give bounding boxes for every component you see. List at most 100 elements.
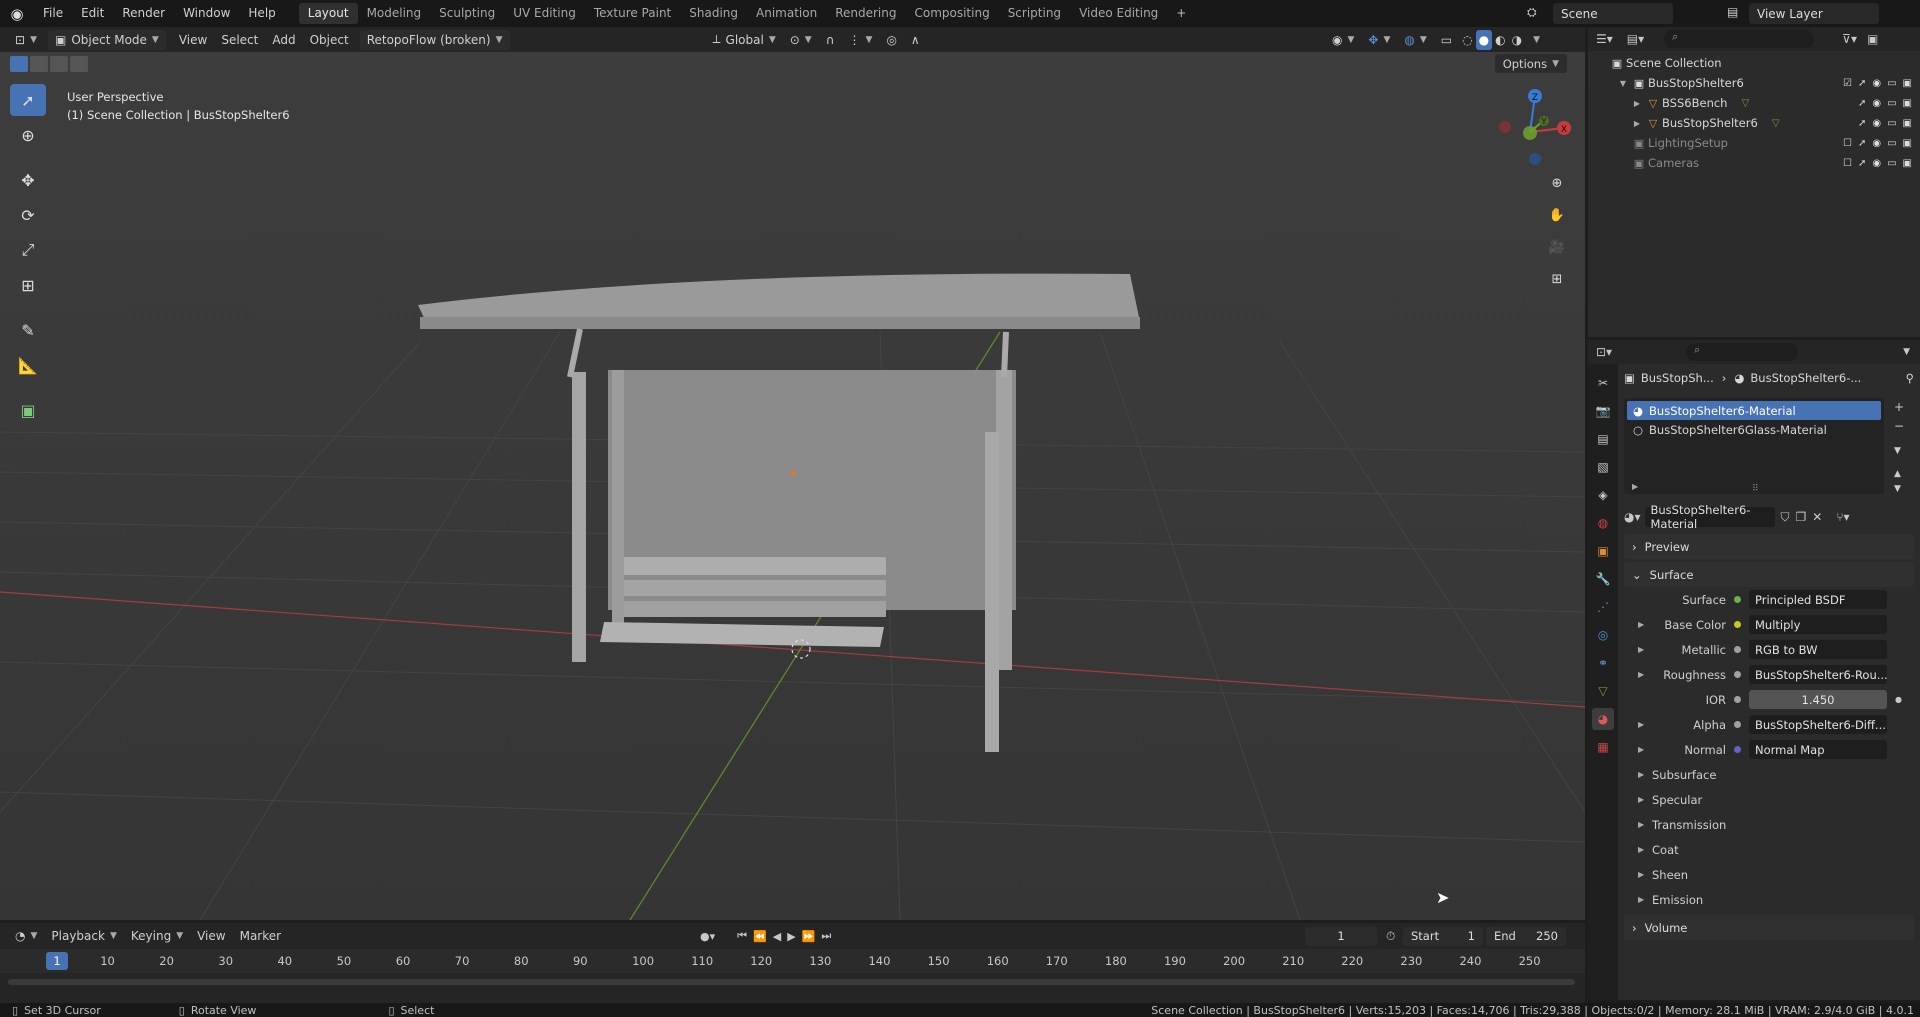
keying-menu[interactable]: Keying ▼: [124, 926, 190, 946]
socket-dot-icon[interactable]: [1734, 746, 1741, 753]
select-extend-button[interactable]: [30, 56, 48, 72]
jump-end-icon[interactable]: ⏭: [821, 929, 831, 943]
shading-material[interactable]: ◐: [1492, 30, 1508, 50]
transform-tool[interactable]: ⊞: [10, 269, 46, 301]
subpanel-emission[interactable]: ▶ Emission: [1624, 887, 1914, 912]
outliner-row[interactable]: ▶ ▽ BusStopShelter6 ▽ ➚ ◉ ▭ ▣: [1588, 113, 1920, 133]
snap-target-button[interactable]: ⋮ ▼: [842, 30, 880, 50]
tab-rendering[interactable]: Rendering: [826, 3, 905, 24]
pin-icon[interactable]: ⚲: [1906, 371, 1914, 385]
menu-edit[interactable]: Edit: [72, 0, 113, 27]
blender-logo-icon[interactable]: ◉: [0, 0, 34, 27]
monitor-icon[interactable]: ▭: [1887, 118, 1896, 129]
socket-dot-icon[interactable]: [1734, 621, 1741, 628]
monitor-icon[interactable]: ▭: [1887, 98, 1896, 109]
material-slot-item[interactable]: ○ BusStopShelter6Glass-Material: [1627, 420, 1881, 439]
selectable-arrow-icon[interactable]: ➚: [1858, 138, 1866, 149]
volume-panel-header[interactable]: › Volume: [1624, 915, 1914, 940]
mode-selector[interactable]: ▣ Object Mode ▼: [47, 29, 166, 50]
playhead[interactable]: 1: [46, 952, 68, 970]
marker-menu[interactable]: Marker: [233, 926, 288, 946]
tab-modeling[interactable]: Modeling: [358, 3, 431, 24]
outliner-search-input[interactable]: ⌕: [1664, 30, 1815, 48]
unlink-icon[interactable]: ✕: [1812, 510, 1822, 524]
tab-view-layer[interactable]: ▧: [1592, 456, 1614, 478]
socket-dot-icon[interactable]: [1734, 596, 1741, 603]
add-slot-button[interactable]: +: [1894, 400, 1904, 414]
xray-toggle[interactable]: ▭: [1434, 30, 1459, 50]
timeline-track[interactable]: [0, 973, 1585, 1003]
socket-dot-icon[interactable]: [1734, 721, 1741, 728]
input-value-field[interactable]: RGB to BW: [1749, 640, 1887, 659]
view-layer-icon[interactable]: ▤: [1727, 5, 1738, 19]
chevron-right-icon[interactable]: ▶: [1630, 99, 1644, 108]
tab-particles[interactable]: ⋰: [1592, 596, 1614, 618]
chevron-right-icon[interactable]: ▶: [1638, 645, 1644, 654]
input-value-field[interactable]: 1.450: [1749, 690, 1887, 709]
prev-keyframe-icon[interactable]: ⏪: [753, 930, 767, 943]
outliner-root-row[interactable]: ▣ Scene Collection: [1588, 53, 1920, 73]
select-new-button[interactable]: [10, 56, 28, 72]
tab-texture-paint[interactable]: Texture Paint: [585, 3, 680, 24]
camera-render-icon[interactable]: ▣: [1903, 98, 1912, 109]
tab-animation[interactable]: Animation: [747, 3, 826, 24]
select-intersect-button[interactable]: [70, 56, 88, 72]
slot-menu-button[interactable]: ▼: [1894, 446, 1904, 456]
input-value-field[interactable]: BusStopShelter6-Rou...: [1749, 665, 1887, 684]
timeline-scrollbar[interactable]: [8, 979, 1575, 985]
move-up-button[interactable]: ▲: [1894, 469, 1904, 479]
node-tree-icon[interactable]: ⑂▾: [1836, 510, 1849, 524]
tab-compositing[interactable]: Compositing: [905, 3, 998, 24]
tab-layout[interactable]: Layout: [298, 3, 358, 24]
subpanel-sheen[interactable]: ▶ Sheen: [1624, 862, 1914, 887]
timeline-editor-type[interactable]: ◔ ▼: [8, 926, 44, 946]
tab-data[interactable]: ▽: [1592, 680, 1614, 702]
tab-texture[interactable]: ▦: [1592, 736, 1614, 758]
fake-user-shield-icon[interactable]: ⛉: [1781, 510, 1790, 525]
overlay-toggle[interactable]: ◍ ▼: [1397, 30, 1433, 50]
tab-output[interactable]: ▤: [1592, 428, 1614, 450]
selectable-arrow-icon[interactable]: ➚: [1858, 118, 1866, 129]
camera-render-icon[interactable]: ▣: [1903, 158, 1912, 169]
camera-render-icon[interactable]: ▣: [1903, 78, 1912, 89]
chevron-right-icon[interactable]: ▶: [1632, 482, 1638, 491]
filter-icon[interactable]: ⊽▾: [1842, 32, 1857, 46]
playback-menu[interactable]: Playback ▼: [44, 926, 123, 946]
tab-scene[interactable]: ◈: [1592, 484, 1614, 506]
exclude-checkbox[interactable]: ☑: [1843, 78, 1852, 89]
socket-dot-icon[interactable]: [1734, 671, 1741, 678]
exclude-checkbox[interactable]: ☐: [1843, 158, 1852, 169]
menu-file[interactable]: File: [34, 0, 72, 27]
chevron-right-icon[interactable]: ▶: [1638, 670, 1644, 679]
tab-tool[interactable]: ✂: [1592, 372, 1614, 394]
current-frame-field[interactable]: 1: [1305, 926, 1377, 946]
outliner-row[interactable]: ▼ ▣ BusStopShelter6 ☑ ➚ ◉ ▭ ▣: [1588, 73, 1920, 93]
subpanel-specular[interactable]: ▶ Specular: [1624, 787, 1914, 812]
tab-video-editing[interactable]: Video Editing: [1070, 3, 1167, 24]
properties-search-input[interactable]: ⌕: [1686, 343, 1799, 361]
menu-render[interactable]: Render: [113, 0, 174, 27]
proportional-edit-toggle[interactable]: ◎: [879, 30, 903, 50]
tab-material[interactable]: ◕: [1592, 708, 1614, 730]
material-slot-item[interactable]: ◕ BusStopShelter6-Material: [1627, 401, 1881, 420]
zoom-button[interactable]: ⊕: [1544, 170, 1570, 196]
tab-sculpting[interactable]: Sculpting: [430, 3, 504, 24]
select-subtract-button[interactable]: [50, 56, 68, 72]
keyframe-dot-icon[interactable]: ●: [1895, 695, 1902, 704]
eye-icon[interactable]: ◉: [1872, 158, 1881, 169]
outliner-editor-icon[interactable]: ☰▾: [1596, 32, 1613, 46]
menu-select[interactable]: Select: [214, 30, 265, 50]
retopoflow-menu[interactable]: RetopoFlow (broken) ▼: [359, 29, 510, 50]
new-collection-icon[interactable]: ▣: [1867, 32, 1878, 46]
eye-icon[interactable]: ◉: [1872, 78, 1881, 89]
menu-help[interactable]: Help: [239, 0, 284, 27]
transform-orientation-selector[interactable]: ⟂ Global ▼: [706, 30, 783, 50]
editor-type-button[interactable]: ⊡ ▼: [8, 30, 44, 50]
ortho-toggle-button[interactable]: ⊞: [1544, 266, 1570, 292]
eye-icon[interactable]: ◉: [1872, 98, 1881, 109]
pan-button[interactable]: ✋: [1544, 202, 1570, 228]
menu-view[interactable]: View: [172, 30, 214, 50]
tab-physics[interactable]: ◎: [1592, 624, 1614, 646]
options-button[interactable]: Options ▼: [1494, 54, 1567, 73]
3d-viewport[interactable]: Z Y X Options ▼ ➚ ⊕ ✥ ⟳ ⤢ ⊞ ✎ 📐 ▣ User P…: [0, 52, 1585, 920]
